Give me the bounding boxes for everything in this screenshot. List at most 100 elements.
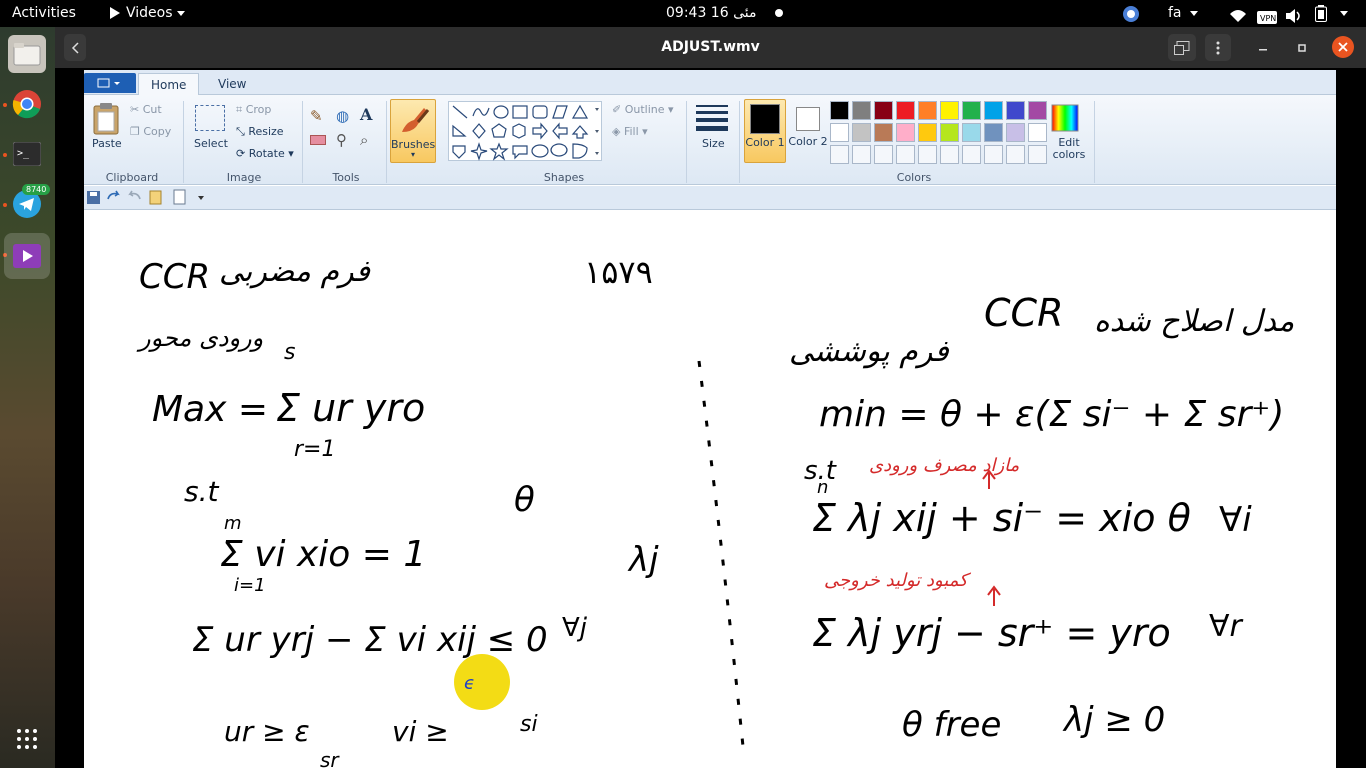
paste-button[interactable]: Paste — [92, 137, 122, 150]
size-button[interactable]: Size — [702, 137, 725, 150]
color-swatch[interactable] — [852, 145, 871, 164]
color1-button[interactable]: Color 1 — [744, 99, 786, 163]
fill-label: Fill — [623, 125, 639, 138]
column-divider — [697, 360, 746, 757]
color-swatch[interactable] — [962, 145, 981, 164]
pip-button[interactable] — [1168, 34, 1196, 61]
app-menu[interactable]: Videos — [110, 0, 185, 27]
undo-icon — [107, 190, 120, 200]
color-swatch[interactable] — [874, 145, 893, 164]
color2-button[interactable]: Color 2 — [788, 99, 828, 163]
color-swatch[interactable] — [830, 145, 849, 164]
shapes-gallery[interactable] — [448, 101, 602, 161]
terminal-icon[interactable]: >_ — [8, 135, 46, 173]
crop-button[interactable]: ⌗ Crop — [236, 103, 271, 117]
s-top-text: s — [284, 340, 295, 365]
color-swatch[interactable] — [962, 123, 981, 142]
sum-ur-text: Σ ur yro — [276, 386, 425, 430]
color-swatch[interactable] — [918, 145, 937, 164]
system-menu[interactable] — [1336, 0, 1348, 27]
rotate-label: Rotate — [248, 147, 285, 160]
menu-button[interactable] — [1205, 34, 1231, 61]
language-label: fa — [1168, 5, 1182, 21]
color-swatch[interactable] — [940, 123, 959, 142]
color-swatch[interactable] — [940, 101, 959, 120]
si-left-text: si — [520, 712, 538, 737]
pencil-icon[interactable]: ✎ — [310, 107, 323, 125]
redo-icon — [128, 190, 141, 200]
rotate-button[interactable]: ⟳ Rotate ▾ — [236, 147, 294, 160]
color-swatch[interactable] — [896, 101, 915, 120]
color-swatch[interactable] — [1006, 123, 1025, 142]
file-menu-button[interactable] — [84, 73, 136, 93]
select-button[interactable]: Select — [194, 137, 228, 150]
rotate-icon: ⟳ — [236, 147, 246, 160]
color-swatch[interactable] — [1006, 145, 1025, 164]
minimize-button[interactable] — [1253, 34, 1273, 61]
language-selector[interactable]: fa — [1168, 0, 1198, 27]
color-swatch[interactable] — [874, 101, 893, 120]
color-swatch[interactable] — [918, 101, 937, 120]
system-indicator-icon[interactable] — [1122, 5, 1140, 22]
fill-button[interactable]: ◈ Fill ▾ — [612, 125, 648, 138]
magnifier-icon[interactable]: ⌕ — [360, 131, 368, 149]
brushes-button[interactable]: Brushes ▾ — [390, 99, 436, 163]
color-swatch[interactable] — [830, 101, 849, 120]
outline-icon: ✐ — [612, 103, 622, 116]
color-swatch[interactable] — [1006, 101, 1025, 120]
videos-app-icon[interactable] — [4, 233, 50, 279]
close-button[interactable] — [1332, 36, 1354, 58]
color-swatch[interactable] — [1028, 123, 1047, 142]
color-swatch[interactable] — [918, 123, 937, 142]
drawing-canvas[interactable]: CCR فرم مضربی ۱۵۷۹ ورودی محور s Max = Σ … — [84, 211, 1336, 768]
color2-label: Color 2 — [788, 135, 828, 148]
color-swatch[interactable] — [896, 123, 915, 142]
show-apps-icon[interactable] — [8, 720, 46, 758]
i-eq-1-text: i=1 — [234, 575, 266, 596]
scissors-icon: ✂ — [130, 103, 140, 116]
color-swatch[interactable] — [852, 123, 871, 142]
color-swatch[interactable] — [962, 101, 981, 120]
tab-home[interactable]: Home — [138, 73, 200, 95]
color-swatch[interactable] — [874, 123, 893, 142]
ribbon-tabs: Home View — [84, 70, 1336, 95]
edit-colors-button[interactable]: Edit colors — [1051, 137, 1087, 161]
color-swatch[interactable] — [984, 145, 1003, 164]
select-icon — [195, 105, 225, 131]
tab-view[interactable]: View — [206, 73, 258, 95]
eraser-icon[interactable] — [310, 135, 326, 145]
color-swatch[interactable] — [830, 123, 849, 142]
color-swatch[interactable] — [1028, 145, 1047, 164]
chevron-down-icon: ▾ — [410, 150, 415, 159]
running-indicator — [3, 203, 7, 207]
color-swatch[interactable] — [852, 101, 871, 120]
svg-text:VPN: VPN — [1260, 14, 1276, 23]
clock[interactable]: 09:43 16 مئی — [666, 0, 783, 27]
files-app-icon[interactable] — [8, 35, 46, 73]
color-swatch[interactable] — [940, 145, 959, 164]
outline-button[interactable]: ✐ Outline ▾ — [612, 103, 674, 116]
color-swatch[interactable] — [984, 101, 1003, 120]
activities-button[interactable]: Activities — [12, 0, 76, 27]
copy-button[interactable]: ❐ Copy — [130, 125, 171, 138]
forall-i-text: ∀i — [1219, 500, 1252, 540]
size-icon — [696, 103, 728, 131]
forall-j-text: ∀j — [562, 613, 588, 643]
color-swatch[interactable] — [1028, 101, 1047, 120]
cut-button[interactable]: ✂ Cut — [130, 103, 162, 116]
lambda-nonneg-text: λj ≥ 0 — [1062, 700, 1165, 740]
resize-button[interactable]: ⤡ Resize — [236, 125, 284, 139]
text-tool-icon[interactable]: A — [360, 105, 372, 124]
color-picker-icon[interactable]: ⚲ — [336, 131, 347, 149]
group-divider — [739, 101, 740, 183]
app-menu-label: Videos — [126, 5, 173, 21]
system-top-bar: Activities Videos 09:43 16 مئی fa VPN — [0, 0, 1366, 27]
color-swatch[interactable] — [984, 123, 1003, 142]
maximize-button[interactable] — [1292, 34, 1312, 61]
cut-label: Cut — [142, 103, 162, 116]
right-sub-text: فرم پوششی — [789, 334, 949, 369]
open-folder-icon — [149, 190, 162, 205]
chrome-icon[interactable] — [8, 85, 46, 123]
fill-bucket-icon[interactable]: ◍ — [336, 107, 349, 125]
color-swatch[interactable] — [896, 145, 915, 164]
